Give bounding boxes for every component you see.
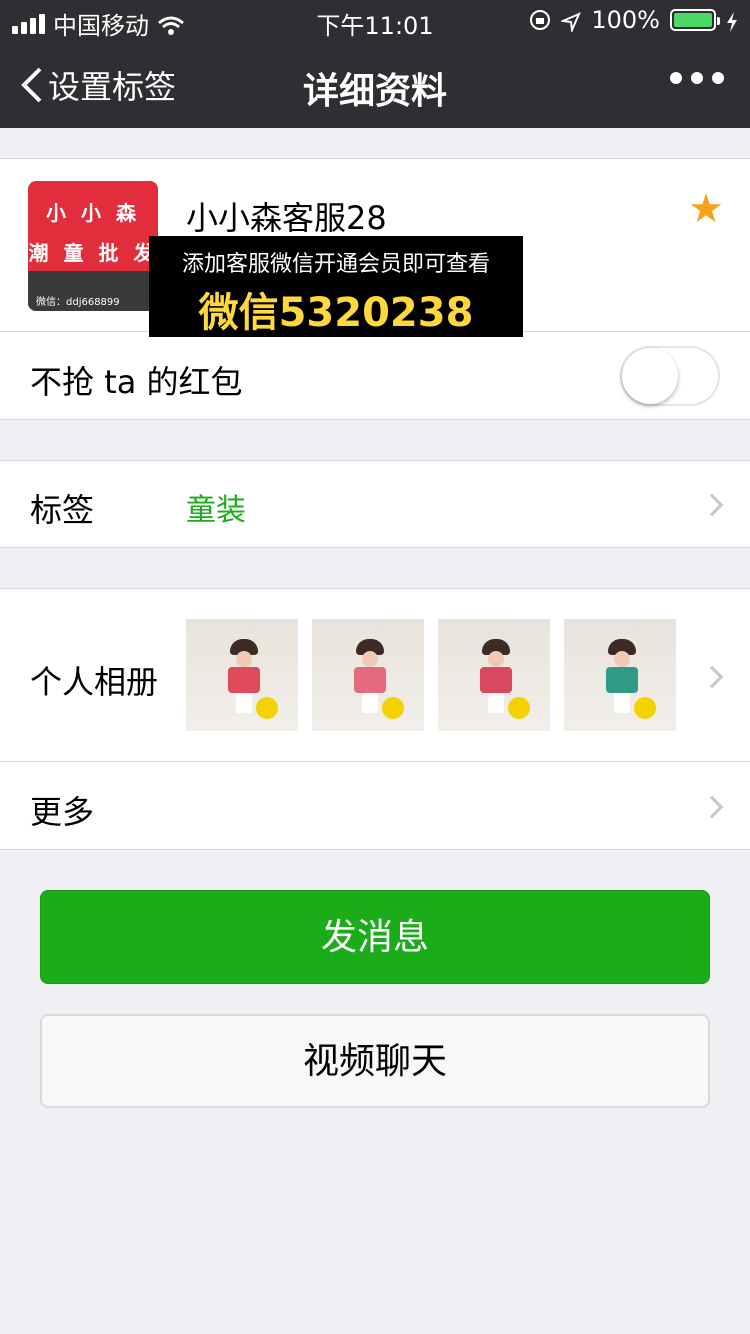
video-chat-button[interactable]: 视频聊天 — [40, 1014, 710, 1108]
avatar[interactable]: 小 小 森 潮 童 批 发 微信：ddj668899 — [28, 181, 158, 311]
tags-value: 童装 — [186, 493, 246, 528]
red-packet-toggle[interactable] — [620, 346, 720, 406]
album-label[interactable]: 个人相册 — [30, 657, 158, 703]
album-thumbnail[interactable] — [312, 619, 424, 731]
album-section: 个人相册 更多 — [0, 588, 750, 850]
album-thumbnail[interactable] — [564, 619, 676, 731]
profile-card: 小 小 森 潮 童 批 发 微信：ddj668899 小小森客服28 ★ 不抢 … — [0, 158, 750, 420]
toggle-knob — [622, 348, 678, 404]
album-thumbnails[interactable] — [186, 619, 676, 731]
overlay-ad-line-2: 微信5320238 — [198, 290, 474, 336]
status-bar: 中国移动 下午11:01 100% — [0, 0, 750, 40]
more-dots-icon[interactable] — [670, 72, 724, 84]
tags-row[interactable]: 标签 童装 — [0, 460, 750, 548]
album-thumbnail[interactable] — [186, 619, 298, 731]
location-icon — [559, 10, 582, 34]
avatar-line-2: 潮 童 批 发 — [28, 241, 158, 265]
nav-bar: 设置标签 详细资料 — [0, 40, 750, 128]
overlay-ad-banner: 添加客服微信开通会员即可查看 微信5320238 — [149, 236, 523, 337]
send-message-button[interactable]: 发消息 — [40, 890, 710, 984]
tags-label: 标签 — [30, 491, 95, 529]
page-title: 详细资料 — [302, 71, 447, 112]
avatar-line-1: 小 小 森 — [46, 201, 140, 225]
top-bar: 中国移动 下午11:01 100% 设置标签 详细资料 — [0, 0, 750, 128]
charging-icon — [726, 10, 738, 32]
rotation-lock-icon — [529, 9, 551, 31]
chevron-right-icon — [700, 665, 724, 689]
divider — [0, 761, 750, 762]
contact-name: 小小森客服28 — [186, 199, 387, 237]
red-packet-label: 不抢 ta 的红包 — [30, 363, 243, 401]
chevron-right-icon — [700, 493, 724, 517]
album-thumbnail[interactable] — [438, 619, 550, 731]
more-label[interactable]: 更多 — [30, 787, 94, 833]
battery-percent: 100% — [591, 6, 660, 34]
overlay-ad-line-1: 添加客服微信开通会员即可查看 — [181, 252, 490, 277]
status-right: 100% — [529, 6, 738, 34]
battery-icon — [670, 9, 720, 31]
avatar-wechat-text: 微信：ddj668899 — [36, 297, 120, 308]
star-icon[interactable]: ★ — [688, 189, 724, 229]
chevron-right-icon — [700, 795, 724, 819]
